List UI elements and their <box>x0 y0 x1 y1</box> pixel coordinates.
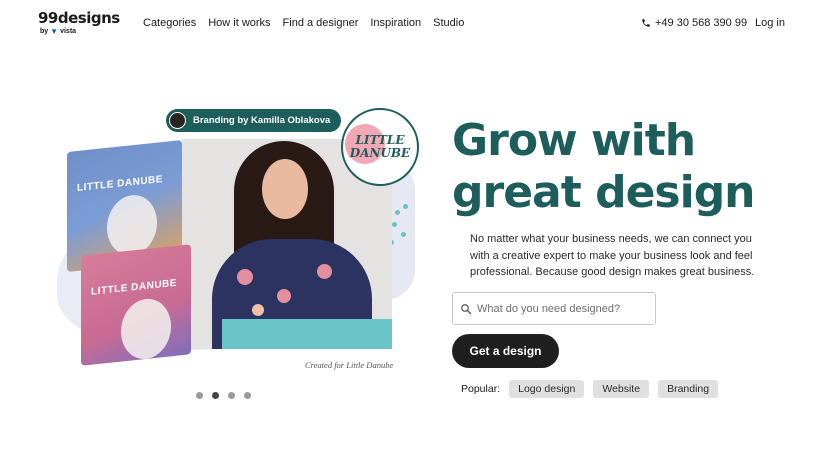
popular-tags: Popular: Logo design Website Branding <box>461 380 719 398</box>
site-header: 99designs by ▼ vista Categories How it w… <box>0 0 820 48</box>
hero-visual: LITTLE DANUBE LITTLE DANUBE LITTLE DANUBE… <box>55 100 425 370</box>
designer-badge-text: Branding by Kamilla Oblakova <box>193 115 331 126</box>
client-logo-text: LITTLE DANUBE <box>349 133 411 160</box>
tag-branding[interactable]: Branding <box>658 380 719 398</box>
logo-by: by <box>40 28 49 35</box>
phone-icon <box>642 19 650 27</box>
search-input[interactable] <box>477 302 647 315</box>
product-boxes-row <box>222 319 392 349</box>
hero-subtext: No matter what your business needs, we c… <box>470 233 755 278</box>
tag-logo-design[interactable]: Logo design <box>509 380 585 398</box>
tag-website[interactable]: Website <box>593 380 650 398</box>
carousel-dot[interactable] <box>244 392 251 399</box>
product-box-bottom: LITTLE DANUBE <box>81 244 191 366</box>
login-link[interactable]: Log in <box>755 17 785 29</box>
carousel-dot[interactable] <box>228 392 235 399</box>
hero-headline: Grow with great design <box>452 115 792 219</box>
logo-vendor: vista <box>60 28 77 35</box>
headline-line-1: Grow with <box>452 115 696 166</box>
product-box-label: LITTLE DANUBE <box>77 173 163 194</box>
headline-line-2: great design <box>452 167 756 218</box>
vista-mark-icon: ▼ <box>50 27 59 36</box>
nav-item-how-it-works[interactable]: How it works <box>208 17 270 29</box>
popular-label: Popular: <box>461 383 501 395</box>
avatar <box>169 112 186 129</box>
search-icon <box>461 303 472 314</box>
nav-item-find-a-designer[interactable]: Find a designer <box>283 17 359 29</box>
image-caption: Created for Little Danube <box>305 360 394 370</box>
carousel-dot-active[interactable] <box>212 392 219 399</box>
carousel-dot[interactable] <box>196 392 203 399</box>
logo[interactable]: 99designs by ▼ vista <box>38 10 120 36</box>
search-box[interactable] <box>452 292 656 325</box>
phone-number: +49 30 568 390 99 <box>655 17 748 29</box>
phone-link[interactable]: +49 30 568 390 99 <box>641 17 747 29</box>
logo-subline: by ▼ vista <box>40 27 120 36</box>
nav-item-inspiration[interactable]: Inspiration <box>370 17 421 29</box>
nav-item-categories[interactable]: Categories <box>143 17 196 29</box>
main-nav: Categories How it works Find a designer … <box>143 17 464 29</box>
product-box-label: LITTLE DANUBE <box>91 277 177 298</box>
designer-badge[interactable]: Branding by Kamilla Oblakova <box>166 109 342 132</box>
nav-item-studio[interactable]: Studio <box>433 17 464 29</box>
carousel-dots <box>196 392 251 399</box>
logo-wordmark: 99designs <box>38 9 120 27</box>
client-logo: LITTLE DANUBE <box>341 108 419 186</box>
get-a-design-button[interactable]: Get a design <box>452 334 559 368</box>
